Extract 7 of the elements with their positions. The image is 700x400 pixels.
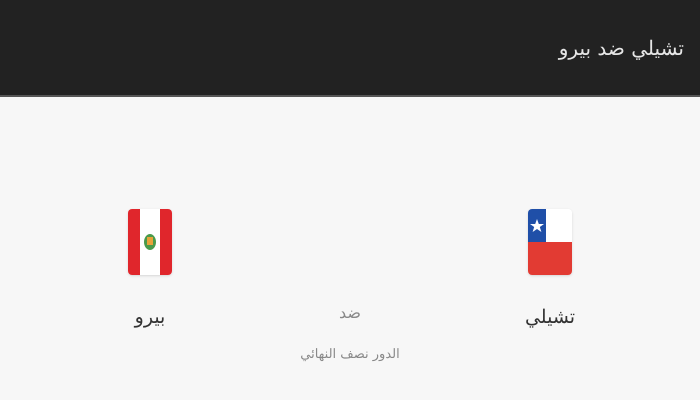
flag-icon [528, 209, 572, 275]
flag-icon [128, 209, 172, 275]
versus-label: ضد [339, 302, 361, 324]
round-label: الدور نصف النهائي [300, 346, 400, 364]
page-title: تشيلي ضد بيرو [558, 34, 684, 62]
team-name: بيرو [134, 305, 166, 330]
team-name: تشيلي [524, 305, 576, 330]
